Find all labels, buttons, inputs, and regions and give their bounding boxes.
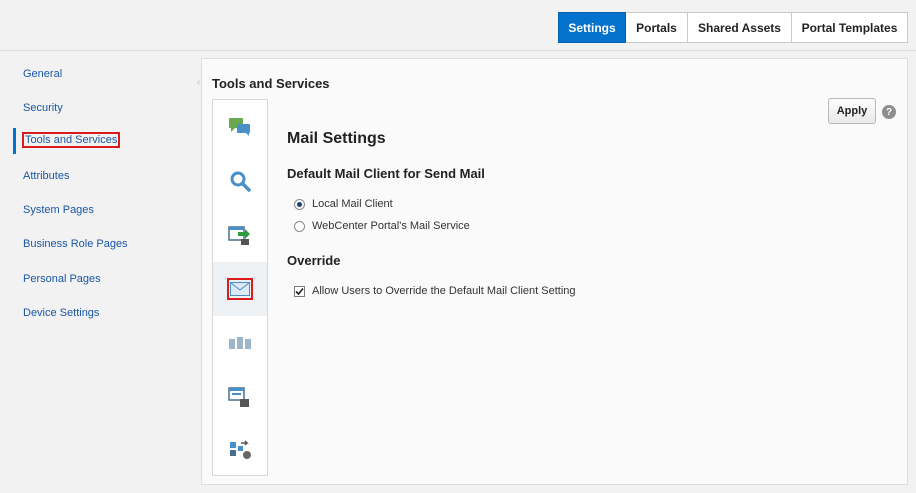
webcenter-mail-service-radio[interactable] <box>294 220 305 232</box>
mail-settings-item[interactable] <box>213 262 267 316</box>
discussions-icon[interactable] <box>213 100 267 154</box>
mail-icon <box>230 282 250 296</box>
sidebar-item-personal-pages[interactable]: Personal Pages <box>23 273 101 285</box>
local-mail-client-label: Local Mail Client <box>312 198 393 210</box>
mail-highlight-box <box>227 278 253 300</box>
sidebar-item-business-role-pages[interactable]: Business Role Pages <box>23 238 128 250</box>
override-checkbox[interactable] <box>294 285 305 297</box>
search-icon[interactable] <box>213 154 267 208</box>
sidebar-item-general[interactable]: General <box>23 68 62 80</box>
tab-shared-assets[interactable]: Shared Assets <box>688 12 792 43</box>
service-icon-strip <box>212 99 268 476</box>
help-icon[interactable]: ? <box>882 105 896 119</box>
sidebar-item-tools-and-services[interactable]: Tools and Services <box>22 132 121 148</box>
webcenter-mail-service-option[interactable]: WebCenter Portal's Mail Service <box>294 220 470 232</box>
apply-button[interactable]: Apply <box>828 98 876 124</box>
override-heading: Override <box>287 253 341 268</box>
panel-title: Tools and Services <box>212 76 330 91</box>
tools-services-panel: ‹ Tools and Services Apply ? Mail Settin… <box>197 58 908 485</box>
default-mail-client-heading: Default Mail Client for Send Mail <box>287 166 485 181</box>
services-icon[interactable] <box>213 424 267 478</box>
checkmark-icon <box>295 287 304 295</box>
presence-icon[interactable] <box>213 370 267 424</box>
tab-settings[interactable]: Settings <box>558 12 626 43</box>
selected-indicator <box>13 128 16 154</box>
local-mail-client-radio[interactable] <box>294 198 305 210</box>
top-bar: Settings Portals Shared Assets Portal Te… <box>0 0 916 51</box>
local-mail-client-option[interactable]: Local Mail Client <box>294 198 393 210</box>
sidebar-item-security[interactable]: Security <box>23 102 63 114</box>
tab-portal-templates[interactable]: Portal Templates <box>792 12 908 43</box>
mail-settings-heading: Mail Settings <box>287 130 386 147</box>
override-checkbox-label: Allow Users to Override the Default Mail… <box>312 285 576 297</box>
sidebar-item-device-settings[interactable]: Device Settings <box>23 307 99 319</box>
sidebar-item-attributes[interactable]: Attributes <box>23 170 69 182</box>
import-export-icon[interactable] <box>213 208 267 262</box>
sidebar-item-system-pages[interactable]: System Pages <box>23 204 94 216</box>
override-option[interactable]: Allow Users to Override the Default Mail… <box>294 285 576 297</box>
collapse-chevron-icon[interactable]: ‹ <box>197 77 200 88</box>
main-tabs: Settings Portals Shared Assets Portal Te… <box>558 12 908 43</box>
people-icon[interactable] <box>213 316 267 370</box>
tab-portals[interactable]: Portals <box>626 12 688 43</box>
webcenter-mail-service-label: WebCenter Portal's Mail Service <box>312 220 470 232</box>
